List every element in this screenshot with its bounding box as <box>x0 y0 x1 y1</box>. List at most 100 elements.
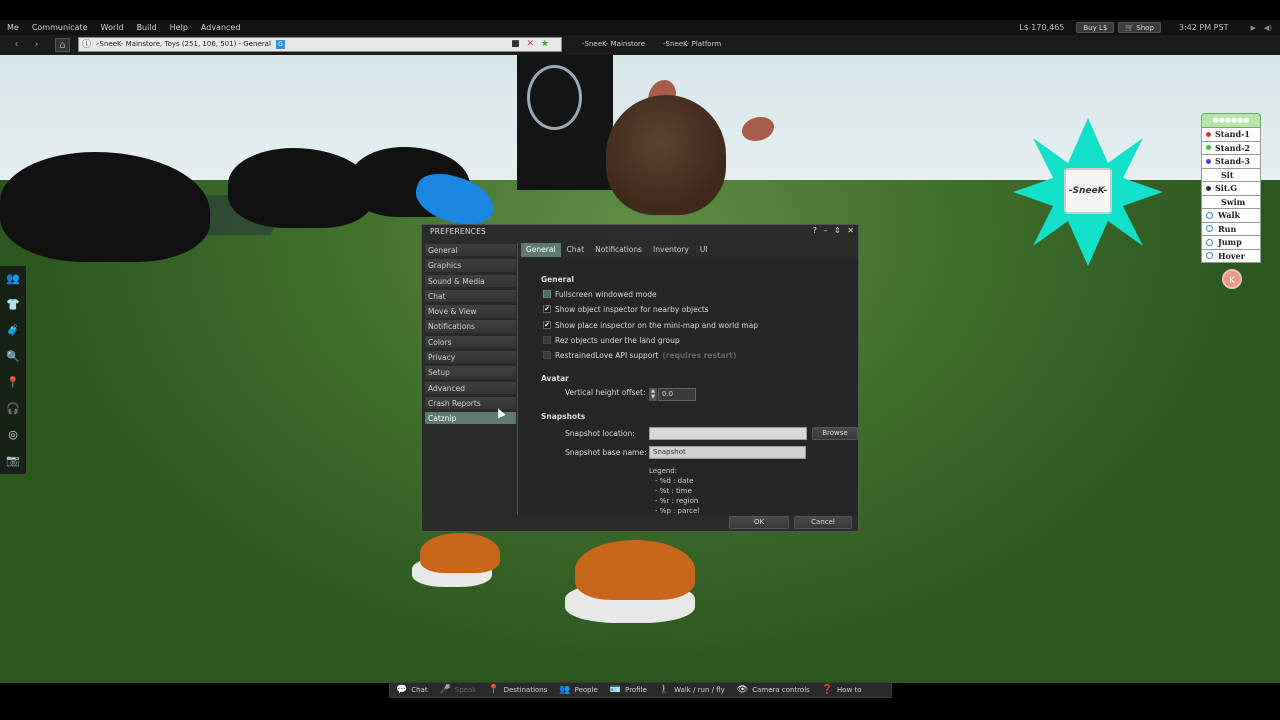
info-icon[interactable]: ⓘ <box>82 39 91 52</box>
anim-sit-g[interactable]: Sit.G <box>1201 182 1261 196</box>
profile-button[interactable]: 🪪 Profile <box>604 683 653 697</box>
red-dot-icon <box>1206 131 1211 137</box>
category-graphics[interactable]: Graphics <box>424 258 517 273</box>
category-advanced[interactable]: Advanced <box>424 380 517 395</box>
anim-jump[interactable]: Jump <box>1201 236 1261 250</box>
checkbox-box <box>543 351 551 359</box>
radar-icon[interactable]: ◎ <box>4 426 22 444</box>
rez-under-land-group-checkbox[interactable]: Rez objects under the land group <box>543 335 680 345</box>
forward-button[interactable]: › <box>29 38 44 52</box>
category-general[interactable]: General <box>424 243 517 258</box>
anim-walk[interactable]: Walk <box>1201 209 1261 223</box>
menu-advanced[interactable]: Advanced <box>201 23 241 32</box>
category-privacy[interactable]: Privacy <box>424 349 517 365</box>
hud-k-button[interactable]: K <box>1222 269 1242 289</box>
anim-sit[interactable]: Sit <box>1201 168 1261 182</box>
profile-card-icon: 🪪 <box>609 685 622 695</box>
back-button[interactable]: ‹ <box>9 38 24 52</box>
place-inspector-checkbox[interactable]: ✔ Show place inspector on the mini-map an… <box>543 320 758 330</box>
help-icon[interactable]: ? <box>813 226 817 235</box>
hud-logo[interactable]: -SneeK- <box>1064 168 1112 214</box>
category-notifications[interactable]: Notifications <box>424 319 517 334</box>
speak-button[interactable]: 🎤 Speak <box>434 683 483 697</box>
ok-button[interactable]: OK <box>729 516 789 529</box>
anim-hover[interactable]: Hover <box>1201 249 1261 263</box>
tab-chat[interactable]: Chat <box>562 243 590 257</box>
anim-label: Jump <box>1218 237 1242 248</box>
object-inspector-checkbox[interactable]: ✔ Show object inspector for nearby object… <box>543 304 709 314</box>
category-move-view[interactable]: Move & View <box>424 304 517 319</box>
voice-icon[interactable]: 🎧 <box>4 400 22 418</box>
tab-inventory[interactable]: Inventory <box>648 243 694 257</box>
menu-help[interactable]: Help <box>170 23 188 32</box>
tab-notifications[interactable]: Notifications <box>590 243 647 257</box>
tab-ui[interactable]: UI <box>695 243 713 257</box>
people-icon[interactable]: 👥 <box>4 270 22 288</box>
question-icon: ❓ <box>821 685 834 695</box>
black-dot-icon <box>1206 185 1211 191</box>
checkmark-icon: ✔ <box>543 321 551 329</box>
kiosk-logo <box>527 65 582 130</box>
location-input[interactable]: ⓘ -SneeK- Mainstore, Toys (251, 106, 501… <box>78 37 562 52</box>
category-setup[interactable]: Setup <box>424 365 517 380</box>
favorite-mainstore[interactable]: -SneeK- Mainstore <box>582 40 645 48</box>
menu-communicate[interactable]: Communicate <box>32 23 88 32</box>
home-button[interactable]: ⌂ <box>55 38 70 52</box>
anim-swim[interactable]: Swim <box>1201 195 1261 209</box>
snapshot-icon[interactable]: 📷 <box>4 452 22 470</box>
play-media-icon[interactable]: ▶ <box>1250 24 1255 32</box>
category-chat[interactable]: Chat <box>424 288 517 304</box>
category-sound-media[interactable]: Sound & Media <box>424 273 517 288</box>
menu-build[interactable]: Build <box>137 23 157 32</box>
blue-dot-icon <box>1206 158 1211 164</box>
minimize-icon[interactable]: – <box>824 226 828 235</box>
anim-stand-3[interactable]: Stand-3 <box>1201 155 1261 169</box>
menu-me[interactable]: Me <box>7 23 19 32</box>
inventory-icon[interactable]: 🧳 <box>4 322 22 340</box>
avatar-shoe <box>575 540 695 600</box>
navigation-bar: ‹ › ⌂ ⓘ -SneeK- Mainstore, Toys (251, 10… <box>0 35 1280 55</box>
favorite-star-icon[interactable]: ★ <box>541 39 549 49</box>
tab-general[interactable]: General <box>521 243 561 257</box>
chat-button[interactable]: 💬 Chat <box>390 683 434 697</box>
snapshot-location-input[interactable] <box>649 427 807 440</box>
button-label: Camera controls <box>752 686 810 694</box>
close-icon[interactable]: ✕ <box>847 226 854 235</box>
destinations-button[interactable]: 📍 Destinations <box>482 683 553 697</box>
browse-button[interactable]: Browse <box>812 427 858 440</box>
anim-run[interactable]: Run <box>1201 222 1261 236</box>
checkbox-label: Rez objects under the land group <box>555 335 680 345</box>
category-crash-reports[interactable]: Crash Reports <box>424 395 517 411</box>
legend-item: - %p : parcel <box>655 507 700 515</box>
shop-button[interactable]: 🛒 Shop <box>1118 22 1161 33</box>
snapshot-basename-input[interactable]: Snapshot <box>649 446 806 459</box>
camera-controls-button[interactable]: 👁 Camera controls <box>731 683 816 697</box>
height-offset-input[interactable]: 0.0 <box>658 388 696 401</box>
legend-title: Legend: <box>649 467 678 475</box>
appearance-icon[interactable]: 👕 <box>4 296 22 314</box>
people-button[interactable]: 👥 People <box>553 683 603 697</box>
places-icon[interactable]: 📍 <box>4 374 22 392</box>
category-list: General Graphics Sound & Media Chat Move… <box>424 243 517 426</box>
anim-stand-2[interactable]: Stand-2 <box>1201 141 1261 155</box>
category-colors[interactable]: Colors <box>424 334 517 350</box>
walk-run-fly-button[interactable]: 🚶 Walk / run / fly <box>653 683 731 697</box>
button-label: Profile <box>625 686 647 694</box>
checkbox-box <box>543 290 551 298</box>
fullscreen-windowed-checkbox[interactable]: Fullscreen windowed mode <box>543 289 657 299</box>
volume-icon[interactable]: ◀) <box>1264 24 1272 32</box>
cancel-button[interactable]: Cancel <box>794 516 852 529</box>
bottom-toolbar: 💬 Chat 🎤 Speak 📍 Destinations 👥 People 🪪 Prof… <box>389 682 892 698</box>
restrained-love-checkbox[interactable]: RestrainedLove API support (requires rest… <box>543 350 736 360</box>
avatar-head <box>606 95 726 215</box>
anim-label: Stand-1 <box>1215 129 1250 140</box>
dock-icon[interactable]: ⇕ <box>834 226 841 235</box>
search-icon[interactable]: 🔍 <box>4 348 22 366</box>
favorite-platform[interactable]: -SneeK- Platform <box>663 40 721 48</box>
checkbox-label: Show object inspector for nearby objects <box>555 304 709 314</box>
spinner-arrows-icon[interactable]: ▲ ▼ <box>649 388 657 401</box>
menu-world[interactable]: World <box>101 23 124 32</box>
buy-currency-button[interactable]: Buy L$ <box>1076 22 1115 33</box>
anim-stand-1[interactable]: Stand-1 <box>1201 128 1261 142</box>
how-to-button[interactable]: ❓ How to <box>816 683 868 697</box>
